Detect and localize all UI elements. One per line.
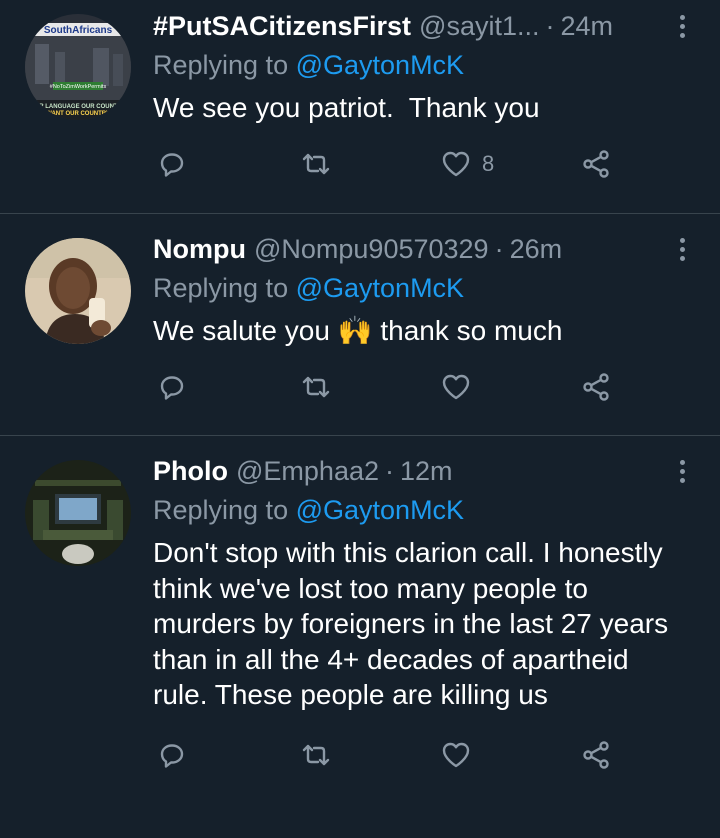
tweet-actions [153, 371, 680, 411]
tweet-actions [153, 739, 680, 779]
share-button[interactable] [580, 739, 612, 771]
mention-link[interactable]: @GaytonMcK [296, 495, 464, 525]
replying-to: Replying to @GaytonMcK [153, 493, 680, 527]
separator-dot: · [545, 11, 555, 41]
heart-icon [442, 742, 470, 767]
share-icon [583, 372, 609, 401]
retweet-button[interactable] [300, 371, 332, 403]
more-icon[interactable] [672, 454, 692, 488]
avatar-image [25, 460, 131, 566]
avatar[interactable]: SouthAfricans #NoToZimWorkPermits OUR LA… [25, 14, 131, 120]
retweet-icon [302, 376, 330, 397]
timestamp[interactable]: 26m [510, 232, 563, 266]
like-button[interactable]: 8 [440, 148, 494, 180]
like-button[interactable] [440, 739, 482, 771]
reply-button[interactable] [156, 148, 188, 180]
tweet-text-part: We salute you [153, 315, 338, 346]
avatar[interactable] [25, 460, 131, 566]
tweet[interactable]: Pholo @Emphaa2 · 12m Replying to @Gayton… [0, 436, 720, 838]
tweet-header: #PutSACitizensFirst @sayit1... · 24m [153, 9, 680, 43]
reply-icon [160, 375, 184, 400]
avatar-image: SouthAfricans #NoToZimWorkPermits OUR LA… [25, 14, 131, 120]
share-button[interactable] [580, 371, 612, 403]
like-count: 8 [482, 150, 495, 176]
replying-prefix: Replying to [153, 50, 289, 80]
timestamp[interactable]: 24m [561, 9, 614, 43]
avatar-banner-text: SouthAfricans [44, 25, 113, 36]
display-name[interactable]: Nompu [153, 232, 246, 266]
raised-hands-emoji: 🙌 [337, 314, 373, 347]
share-icon [583, 149, 609, 178]
replying-to: Replying to @GaytonMcK [153, 48, 680, 82]
heart-icon [442, 374, 470, 399]
retweet-button[interactable] [300, 739, 332, 771]
user-handle[interactable]: @sayit1... [419, 9, 539, 43]
tweet[interactable]: Nompu @Nompu90570329 · 26m Replying to @… [0, 214, 720, 436]
share-button[interactable] [580, 148, 612, 180]
retweet-button[interactable] [300, 148, 332, 180]
avatar-image [25, 238, 131, 344]
separator-dot: · [494, 234, 504, 264]
mention-link[interactable]: @GaytonMcK [296, 273, 464, 303]
display-name[interactable]: Pholo [153, 454, 228, 488]
share-icon [583, 740, 609, 769]
heart-icon [442, 151, 470, 176]
tweet-text: We see you patriot. Thank you [153, 92, 540, 123]
avatar-tag-text: #NoToZimWorkPermits [50, 84, 107, 90]
reply-icon [160, 152, 184, 177]
tweet-text-part: thank so much [372, 315, 563, 346]
tweet-header: Pholo @Emphaa2 · 12m [153, 454, 680, 488]
reply-button[interactable] [156, 739, 188, 771]
reply-feed: SouthAfricans #NoToZimWorkPermits OUR LA… [0, 0, 720, 838]
display-name[interactable]: #PutSACitizensFirst [153, 9, 411, 43]
tweet-text: Don't stop with this clarion call. I hon… [153, 537, 669, 710]
retweet-icon [302, 744, 330, 765]
mention-link[interactable]: @GaytonMcK [296, 50, 464, 80]
retweet-icon [302, 153, 330, 174]
tweet-actions: 8 [153, 148, 680, 188]
more-icon[interactable] [672, 9, 692, 43]
tweet-text: We salute you 🙌 thank so much [153, 313, 680, 349]
user-handle[interactable]: @Emphaa2 [236, 454, 379, 488]
reply-button[interactable] [156, 371, 188, 403]
replying-to: Replying to @GaytonMcK [153, 271, 680, 305]
more-icon[interactable] [672, 232, 692, 266]
avatar-footer-1: OUR LANGUAGE OUR COUNTRY [30, 104, 125, 110]
separator-dot: · [385, 456, 394, 486]
like-button[interactable] [440, 371, 482, 403]
replying-prefix: Replying to [153, 273, 289, 303]
user-handle[interactable]: @Nompu90570329 [254, 232, 489, 266]
avatar[interactable] [25, 238, 131, 344]
replying-prefix: Replying to [153, 495, 289, 525]
tweet[interactable]: SouthAfricans #NoToZimWorkPermits OUR LA… [0, 0, 720, 214]
avatar-footer-2: WANT OUR COUNTRY [46, 111, 110, 117]
timestamp[interactable]: 12m [400, 454, 453, 488]
reply-icon [160, 743, 184, 768]
tweet-header: Nompu @Nompu90570329 · 26m [153, 232, 680, 266]
